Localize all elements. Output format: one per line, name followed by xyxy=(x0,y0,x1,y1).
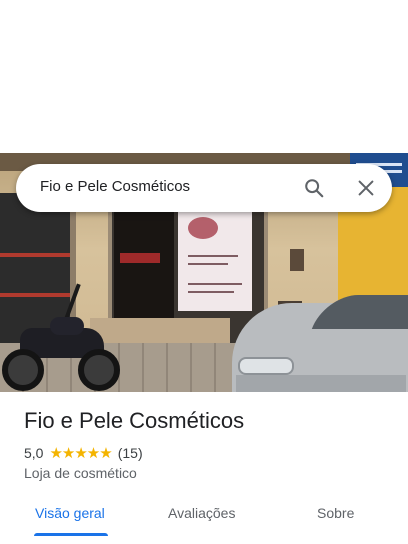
active-tab-indicator xyxy=(34,533,108,536)
map-blank-area xyxy=(0,0,408,153)
search-query[interactable]: Fio e Pele Cosméticos xyxy=(40,178,190,195)
search-icon[interactable] xyxy=(303,177,325,199)
place-tabs: Visão geral Avaliações Sobre xyxy=(0,495,408,544)
rating-value: 5,0 xyxy=(24,445,44,461)
rating-row[interactable]: 5,0 ★★★★★ (15) xyxy=(24,444,143,462)
motorcycle-rear-wheel xyxy=(2,349,44,391)
interior-shelf xyxy=(120,253,160,263)
search-bar[interactable]: Fio e Pele Cosméticos xyxy=(16,164,392,212)
wall-fixture xyxy=(290,249,304,271)
motorcycle-front-wheel xyxy=(78,349,120,391)
tab-about[interactable]: Sobre xyxy=(317,505,354,521)
reviews-count[interactable]: (15) xyxy=(118,445,143,461)
car-bumper xyxy=(236,375,406,392)
place-title: Fio e Pele Cosméticos xyxy=(24,408,245,433)
car-headlight xyxy=(238,357,294,375)
tab-reviews[interactable]: Avaliações xyxy=(168,505,235,521)
tab-overview[interactable]: Visão geral xyxy=(35,505,105,521)
shop-poster xyxy=(178,211,252,311)
place-category[interactable]: Loja de cosmético xyxy=(24,465,137,481)
close-icon[interactable] xyxy=(355,177,377,199)
motorcycle-tank xyxy=(50,317,84,335)
star-rating-icon: ★★★★★ xyxy=(49,445,112,462)
